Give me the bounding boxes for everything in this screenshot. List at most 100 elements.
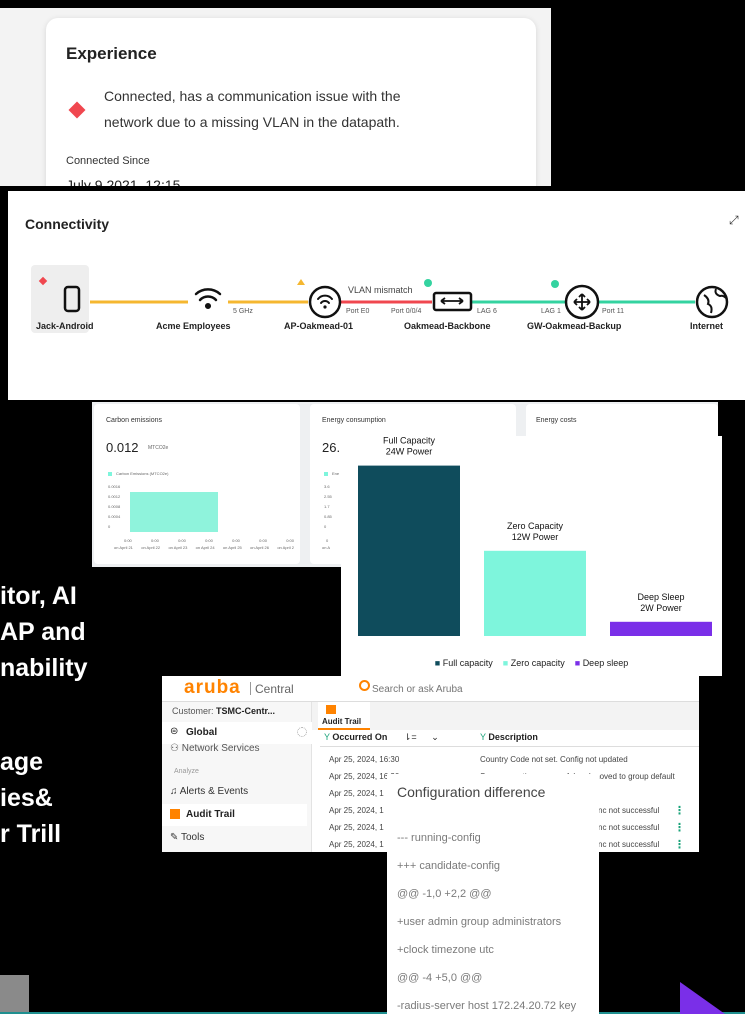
- legend-deep: ■ Deep sleep: [574, 658, 629, 668]
- chevron-down-icon: ⌄: [431, 732, 439, 742]
- column-occurred-on[interactable]: Y Occurred On ⇂= ⌄: [324, 732, 439, 743]
- nav-section-analyze: Analyze: [174, 768, 199, 775]
- product-name: Central: [255, 682, 294, 696]
- energy-value: 26.: [322, 440, 341, 455]
- row-date[interactable]: Apr 25, 2024, 1: [329, 823, 384, 832]
- connectivity-panel: Connectivity ⤢ 5 GHz VLAN mismatch Port …: [8, 191, 745, 400]
- energy-legend-swatch: [324, 472, 328, 476]
- legend-zero: ■ Zero capacity: [502, 658, 565, 668]
- energy-x-date: on A: [322, 545, 331, 550]
- column-description[interactable]: Y Description: [480, 732, 538, 742]
- search-input[interactable]: [372, 681, 572, 697]
- bar-label: 12W Power: [512, 532, 559, 542]
- bell-icon: ♫: [170, 786, 178, 797]
- port-004-label: Port 0/0/4: [391, 308, 422, 315]
- carbon-value: 0.012: [106, 440, 139, 455]
- carbon-x-axis: 0:00 0:00 0:00 0:00 0:00 0:00 0:00: [124, 538, 294, 543]
- more-options-icon[interactable]: ⋮: [674, 804, 685, 817]
- node-label-internet[interactable]: Internet: [690, 321, 723, 331]
- diff-line: --- running-config: [397, 832, 481, 844]
- gateway-ok-icon: [551, 280, 559, 288]
- carbon-unit: MTCO2e: [148, 445, 169, 451]
- bar-label: Deep Sleep: [637, 592, 684, 602]
- topology-diagram: [31, 265, 729, 333]
- config-diff-popup: Configuration difference --- running-con…: [387, 774, 599, 1014]
- experience-title: Experience: [66, 44, 157, 63]
- tab-bar: Audit Trail: [312, 702, 699, 730]
- logo-divider: [250, 682, 251, 695]
- customer-selector[interactable]: Customer: TSMC-Centr...: [172, 706, 275, 716]
- carbon-legend: Carbon Emissions (MTCO2e): [116, 471, 169, 476]
- network-icon: ⚇: [170, 743, 179, 754]
- nav-network-services[interactable]: ⚇ Network Services: [170, 743, 260, 754]
- slide-line: AP and: [0, 618, 86, 646]
- nav-audit-trail[interactable]: Audit Trail: [162, 804, 307, 826]
- node-label-backbone[interactable]: Oakmead-Backbone: [404, 321, 491, 331]
- energy-x-tick: 0: [326, 538, 329, 543]
- tab-label: Audit Trail: [322, 717, 362, 726]
- scope-selector[interactable]: ⊜ Global: [162, 722, 312, 744]
- loading-icon: [297, 727, 307, 737]
- nav-alerts-events[interactable]: ♫ Alerts & Events: [170, 786, 248, 797]
- node-label-client[interactable]: Jack-Android: [36, 321, 94, 331]
- row-desc[interactable]: nc not successful: [598, 806, 659, 815]
- carbon-area-fill: [130, 492, 218, 532]
- diff-line: @@ -4 +5,0 @@: [397, 972, 483, 984]
- band-label: 5 GHz: [233, 308, 253, 315]
- error-status-icon: [68, 101, 86, 119]
- node-label-ssid[interactable]: Acme Employees: [156, 321, 231, 331]
- search-icon[interactable]: [359, 680, 370, 691]
- bar-label: Full Capacity: [383, 436, 436, 446]
- diff-line: +user admin group administrators: [397, 916, 562, 928]
- bar-1: [358, 465, 460, 636]
- header-divider: [320, 746, 699, 747]
- chart-legend: ■ Full capacity ■ Zero capacity ■ Deep s…: [341, 658, 722, 668]
- energy-legend: Ene: [332, 471, 340, 476]
- sort-icon: ⇂=: [403, 732, 417, 742]
- backbone-ok-icon: [424, 279, 432, 287]
- row-date[interactable]: Apr 25, 2024, 1: [329, 789, 384, 798]
- row-desc[interactable]: nc not successful: [598, 840, 659, 849]
- diff-line: @@ -1,0 +2,2 @@: [397, 888, 492, 900]
- wifi-icon: [194, 288, 222, 310]
- lag6-label: LAG 6: [477, 308, 497, 315]
- bar-label: 2W Power: [640, 603, 682, 613]
- slide-footer-block: [0, 975, 29, 1014]
- diff-line: -radius-server host 172.24.20.72 key: [397, 1000, 577, 1012]
- carbon-legend-swatch: [108, 472, 112, 476]
- energy-y-axis: 3.6 2.55 1.7 0.85 0: [324, 484, 332, 529]
- row-date[interactable]: Apr 25, 2024, 1: [329, 840, 384, 849]
- more-options-icon[interactable]: ⋮: [674, 821, 685, 834]
- slide-line: itor, AI: [0, 582, 77, 610]
- aruba-logo[interactable]: aruba: [184, 677, 241, 699]
- experience-panel: Experience Connected, has a communicatio…: [0, 8, 551, 186]
- wrench-icon: ✎: [170, 832, 179, 843]
- connected-since-label: Connected Since: [66, 155, 150, 167]
- port-e0-label: Port E0: [346, 308, 370, 315]
- row-date[interactable]: Apr 25, 2024, 1: [329, 806, 384, 815]
- experience-card: Experience Connected, has a communicatio…: [46, 18, 536, 186]
- carbon-title: Carbon emissions: [106, 417, 163, 424]
- top-bar: aruba Central: [162, 676, 699, 702]
- row-desc[interactable]: nc not successful: [598, 823, 659, 832]
- carbon-x-dates: on April 21 on April 22 on April 23 on Apri…: [114, 545, 294, 550]
- nav-tools[interactable]: ✎ Tools: [170, 832, 204, 843]
- row-desc[interactable]: Country Code not set. Config not updated: [480, 755, 628, 764]
- carbon-y-axis: 0.0016 0.0012 0.0008 0.0004 0: [108, 484, 121, 529]
- legend-full: ■ Full capacity: [434, 658, 493, 668]
- status-text-line2: network due to a missing VLAN in the dat…: [104, 114, 400, 130]
- row-date[interactable]: Apr 25, 2024, 16:30: [329, 755, 399, 764]
- bar-2: [484, 550, 586, 636]
- tab-audit-trail[interactable]: Audit Trail: [318, 702, 370, 730]
- node-label-gateway[interactable]: GW-Oakmead-Backup: [527, 321, 621, 331]
- vlan-mismatch-label: VLAN mismatch: [348, 285, 413, 295]
- more-options-icon[interactable]: ⋮: [674, 838, 685, 851]
- energy-title: Energy consumption: [322, 417, 386, 424]
- node-label-ap[interactable]: AP-Oakmead-01: [284, 321, 353, 331]
- bar-label: 24W Power: [386, 447, 433, 457]
- sidebar: Customer: TSMC-Centr... ⊜ Global ⚇ Netwo…: [162, 702, 312, 852]
- ap-warning-icon: [297, 279, 305, 285]
- audit-trail-icon: [170, 809, 180, 819]
- config-diff-title: Configuration difference: [397, 784, 546, 800]
- access-point-icon: [308, 285, 342, 319]
